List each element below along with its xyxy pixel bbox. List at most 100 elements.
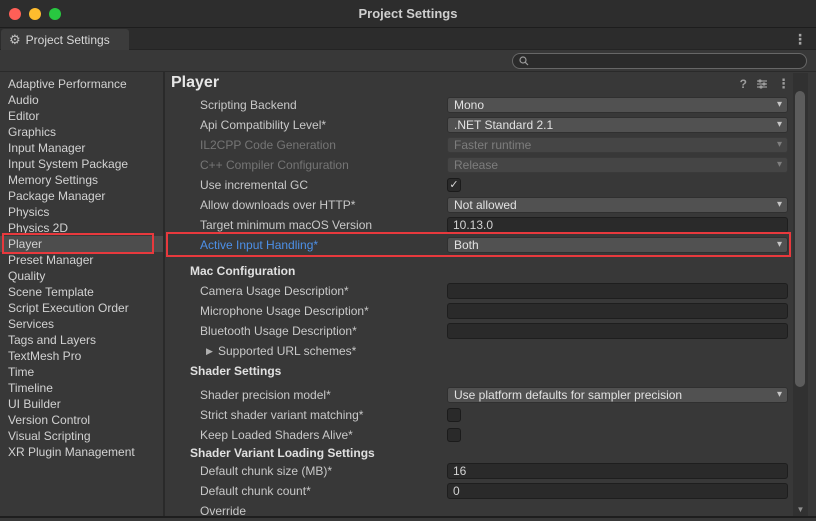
sidebar-item-graphics[interactable]: Graphics xyxy=(0,124,163,140)
sidebar-item-timeline[interactable]: Timeline xyxy=(0,380,163,396)
row-strict-shader-variant-matching: Strict shader variant matching* xyxy=(166,405,790,425)
scrollbar-thumb[interactable] xyxy=(795,91,805,387)
setting-label: Default chunk count* xyxy=(200,481,311,501)
sidebar-item-scene-template[interactable]: Scene Template xyxy=(0,284,163,300)
row-api-compatibility-level: Api Compatibility Level* .NET Standard 2… xyxy=(166,115,790,135)
setting-label: Microphone Usage Description* xyxy=(200,301,369,321)
setting-label: Use incremental GC xyxy=(200,175,308,195)
setting-label: Camera Usage Description* xyxy=(200,281,349,301)
section-shader-settings: Shader Settings xyxy=(166,361,790,381)
sidebar-item-services[interactable]: Services xyxy=(0,316,163,332)
sidebar-item-version-control[interactable]: Version Control xyxy=(0,412,163,428)
row-default-chunk-size: Default chunk size (MB)* xyxy=(166,461,790,481)
setting-label: Keep Loaded Shaders Alive* xyxy=(200,425,353,445)
row-default-chunk-count: Default chunk count* xyxy=(166,481,790,501)
setting-label: Allow downloads over HTTP* xyxy=(200,195,355,215)
row-keep-loaded-shaders-alive: Keep Loaded Shaders Alive* xyxy=(166,425,790,445)
sidebar-item-adaptive-performance[interactable]: Adaptive Performance xyxy=(0,76,163,92)
row-use-incremental-gc: Use incremental GC xyxy=(166,175,790,195)
sidebar-item-preset-manager[interactable]: Preset Manager xyxy=(0,252,163,268)
chevron-down-icon: ▾ xyxy=(777,198,782,212)
target-minimum-macos-version-field[interactable] xyxy=(447,217,788,233)
sidebar-item-input-manager[interactable]: Input Manager xyxy=(0,140,163,156)
chevron-down-icon: ▾ xyxy=(777,118,782,132)
tab-label: Project Settings xyxy=(26,33,110,47)
chevron-down-icon: ▾ xyxy=(777,138,782,152)
camera-usage-description-field[interactable] xyxy=(447,283,788,299)
setting-label: Shader precision model* xyxy=(200,385,331,405)
sidebar-item-visual-scripting[interactable]: Visual Scripting xyxy=(0,428,163,444)
default-chunk-count-field[interactable] xyxy=(447,483,788,499)
sidebar-item-time[interactable]: Time xyxy=(0,364,163,380)
row-override: Override xyxy=(166,501,790,521)
row-active-input-handling: Active Input Handling* Both ▾ xyxy=(166,235,790,255)
shader-precision-model-dropdown[interactable]: Use platform defaults for sampler precis… xyxy=(447,387,788,403)
setting-label: Default chunk size (MB)* xyxy=(200,461,332,481)
row-cpp-compiler-configuration: C++ Compiler Configuration Release ▾ xyxy=(166,155,790,175)
setting-label: Supported URL schemes* xyxy=(218,341,356,361)
setting-label: C++ Compiler Configuration xyxy=(200,155,349,175)
row-scripting-backend: Scripting Backend Mono ▾ xyxy=(166,95,790,115)
il2cpp-code-generation-dropdown: Faster runtime ▾ xyxy=(447,137,788,153)
row-camera-usage-description: Camera Usage Description* xyxy=(166,281,790,301)
scroll-down-arrow-icon[interactable]: ▼ xyxy=(793,505,808,514)
sidebar: Adaptive Performance Audio Editor Graphi… xyxy=(0,72,163,518)
row-il2cpp-code-generation: IL2CPP Code Generation Faster runtime ▾ xyxy=(166,135,790,155)
default-chunk-size-field[interactable] xyxy=(447,463,788,479)
active-input-handling-dropdown[interactable]: Both ▾ xyxy=(447,237,788,253)
sidebar-item-player[interactable]: Player xyxy=(0,236,163,252)
sidebar-item-physics[interactable]: Physics xyxy=(0,204,163,220)
setting-label: Strict shader variant matching* xyxy=(200,405,363,425)
setting-label: Bluetooth Usage Description* xyxy=(200,321,357,341)
row-target-minimum-macos-version: Target minimum macOS Version xyxy=(166,215,790,235)
cpp-compiler-configuration-dropdown: Release ▾ xyxy=(447,157,788,173)
gear-icon: ⚙ xyxy=(9,33,21,46)
setting-label: Override xyxy=(200,501,246,521)
sidebar-item-input-system-package[interactable]: Input System Package xyxy=(0,156,163,172)
section-title: Shader Variant Loading Settings xyxy=(190,443,375,463)
row-bluetooth-usage-description: Bluetooth Usage Description* xyxy=(166,321,790,341)
section-title: Mac Configuration xyxy=(190,261,295,281)
setting-label: Api Compatibility Level* xyxy=(200,115,326,135)
settings-list: Scripting Backend Mono ▾ Api Compatibili… xyxy=(166,0,790,518)
keep-loaded-shaders-alive-checkbox[interactable] xyxy=(447,428,461,442)
row-shader-precision-model: Shader precision model* Use platform def… xyxy=(166,385,790,405)
sidebar-item-physics-2d[interactable]: Physics 2D xyxy=(0,220,163,236)
sidebar-item-package-manager[interactable]: Package Manager xyxy=(0,188,163,204)
strict-shader-variant-matching-checkbox[interactable] xyxy=(447,408,461,422)
section-title: Shader Settings xyxy=(190,361,281,381)
tab-project-settings[interactable]: ⚙ Project Settings xyxy=(1,29,129,50)
chevron-down-icon: ▾ xyxy=(777,238,782,252)
setting-label: Target minimum macOS Version xyxy=(200,215,372,235)
allow-downloads-over-http-dropdown[interactable]: Not allowed ▾ xyxy=(447,197,788,213)
tab-menu-icon[interactable]: ⋮ xyxy=(792,30,808,48)
bluetooth-usage-description-field[interactable] xyxy=(447,323,788,339)
row-supported-url-schemes[interactable]: ▶ Supported URL schemes* xyxy=(166,341,790,361)
setting-label: IL2CPP Code Generation xyxy=(200,135,336,155)
sidebar-item-xr-plugin-management[interactable]: XR Plugin Management xyxy=(0,444,163,460)
sidebar-item-ui-builder[interactable]: UI Builder xyxy=(0,396,163,412)
sidebar-item-memory-settings[interactable]: Memory Settings xyxy=(0,172,163,188)
section-shader-variant-loading-settings: Shader Variant Loading Settings xyxy=(166,443,790,463)
sidebar-divider xyxy=(163,72,165,518)
use-incremental-gc-checkbox[interactable] xyxy=(447,178,461,192)
setting-label: Scripting Backend xyxy=(200,95,297,115)
chevron-down-icon: ▾ xyxy=(777,388,782,402)
sidebar-item-textmesh-pro[interactable]: TextMesh Pro xyxy=(0,348,163,364)
row-microphone-usage-description: Microphone Usage Description* xyxy=(166,301,790,321)
scripting-backend-dropdown[interactable]: Mono ▾ xyxy=(447,97,788,113)
vertical-scrollbar[interactable]: ▼ xyxy=(793,73,808,516)
section-mac-configuration: Mac Configuration xyxy=(166,261,790,281)
microphone-usage-description-field[interactable] xyxy=(447,303,788,319)
chevron-down-icon: ▾ xyxy=(777,158,782,172)
sidebar-item-quality[interactable]: Quality xyxy=(0,268,163,284)
foldout-arrow-icon: ▶ xyxy=(206,341,213,361)
sidebar-item-tags-and-layers[interactable]: Tags and Layers xyxy=(0,332,163,348)
chevron-down-icon: ▾ xyxy=(777,98,782,112)
api-compatibility-level-dropdown[interactable]: .NET Standard 2.1 ▾ xyxy=(447,117,788,133)
sidebar-item-audio[interactable]: Audio xyxy=(0,92,163,108)
sidebar-item-editor[interactable]: Editor xyxy=(0,108,163,124)
sidebar-item-script-execution-order[interactable]: Script Execution Order xyxy=(0,300,163,316)
setting-label: Active Input Handling* xyxy=(200,235,318,255)
row-allow-downloads-over-http: Allow downloads over HTTP* Not allowed ▾ xyxy=(166,195,790,215)
